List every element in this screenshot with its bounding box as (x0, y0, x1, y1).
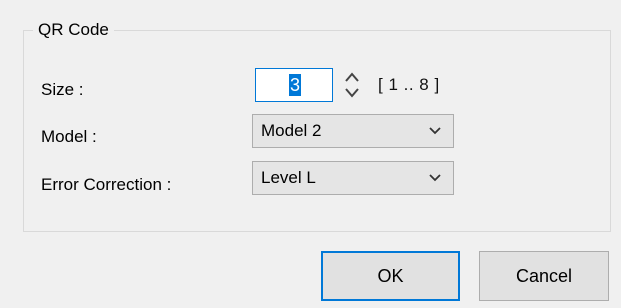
chevron-down-icon (429, 127, 441, 135)
updown-spinner-icon[interactable] (344, 70, 360, 100)
groupbox-title: QR Code (33, 19, 114, 41)
model-dropdown-value: Model 2 (261, 121, 322, 140)
cancel-button[interactable]: Cancel (479, 251, 609, 301)
size-value-selected[interactable]: 3 (289, 74, 302, 96)
model-label: Model : (41, 127, 97, 146)
error-correction-dropdown-value: Level L (261, 168, 316, 187)
chevron-down-icon (429, 174, 441, 182)
qr-code-dialog: QR Code Size : 3 [ 1 .. 8 ] Model : Mode… (0, 0, 621, 308)
ok-button[interactable]: OK (321, 251, 460, 301)
size-range-hint: [ 1 .. 8 ] (378, 75, 440, 94)
error-correction-label: Error Correction : (41, 175, 172, 194)
error-correction-dropdown[interactable]: Level L (252, 161, 454, 195)
model-dropdown[interactable]: Model 2 (252, 114, 454, 148)
size-label: Size : (41, 80, 84, 99)
